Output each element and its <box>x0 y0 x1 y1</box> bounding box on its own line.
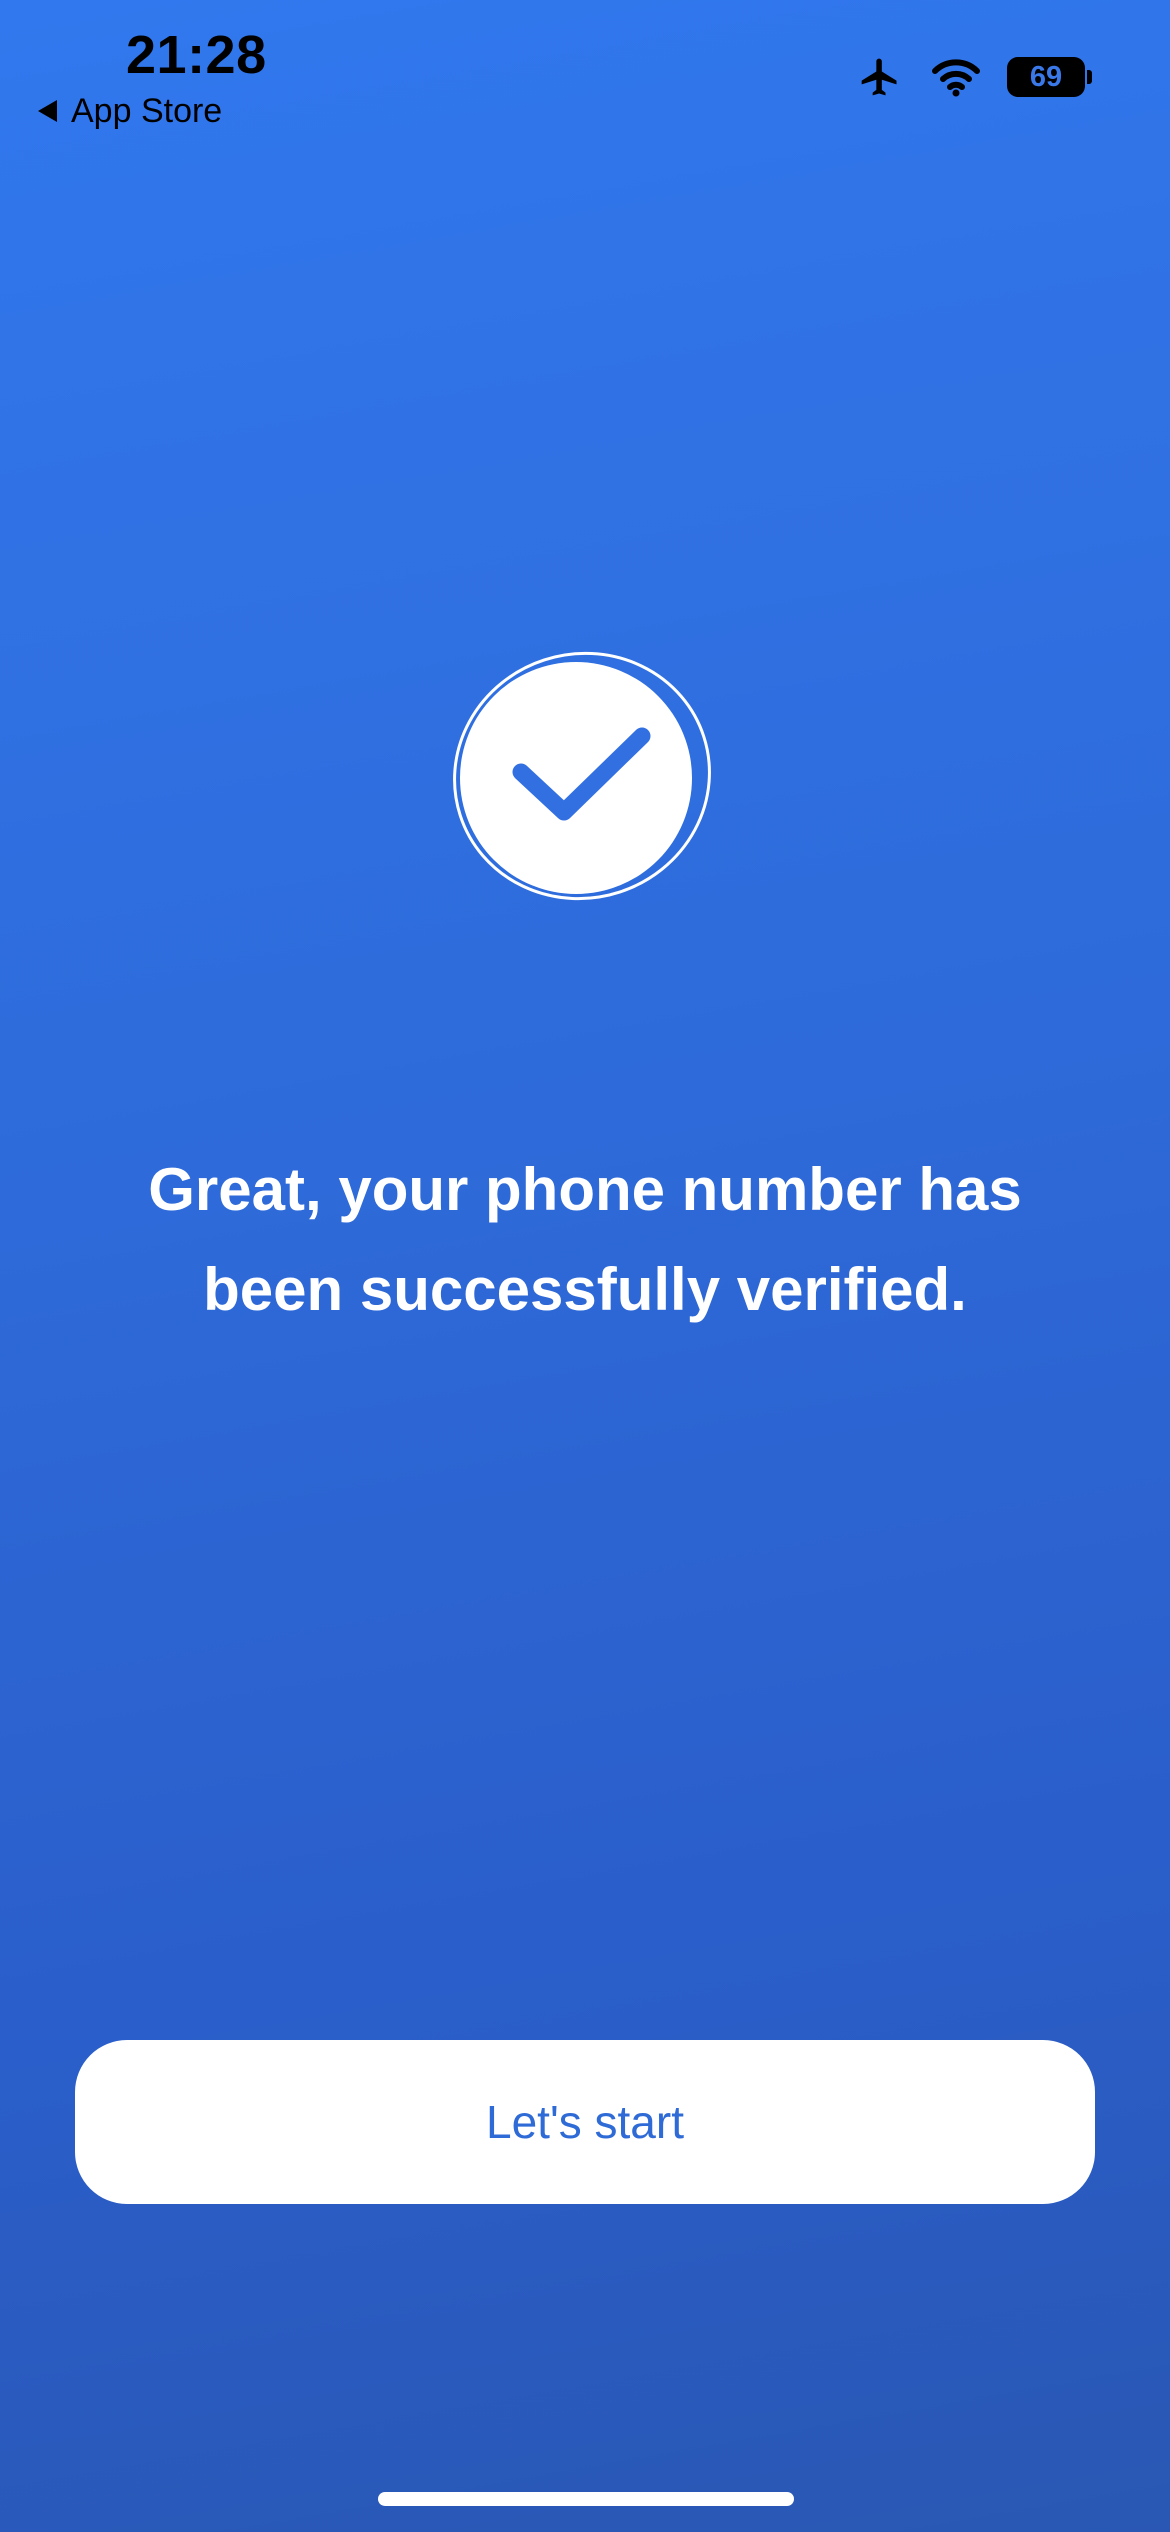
verification-message-line-1: Great, your phone number has <box>148 1156 1022 1223</box>
status-bar: 21:28 App Store 69 <box>0 0 1170 140</box>
back-app-label: App Store <box>71 92 223 130</box>
lets-start-button[interactable]: Let's start <box>75 2040 1095 2204</box>
battery-icon: 69 <box>1007 57 1092 97</box>
home-indicator[interactable] <box>378 2492 794 2506</box>
back-to-app-store-link[interactable]: App Store <box>38 88 222 134</box>
wifi-icon <box>932 59 980 97</box>
back-arrow-icon <box>38 100 57 122</box>
status-time: 21:28 <box>126 25 267 85</box>
verification-message: Great, your phone number has been succes… <box>60 1140 1110 1340</box>
battery-level: 69 <box>1007 57 1085 97</box>
verification-message-line-2: been successfully verified. <box>203 1256 967 1323</box>
status-icons: 69 <box>855 52 1092 102</box>
checkmark-circle-icon <box>450 648 714 908</box>
airplane-mode-icon <box>861 58 897 96</box>
